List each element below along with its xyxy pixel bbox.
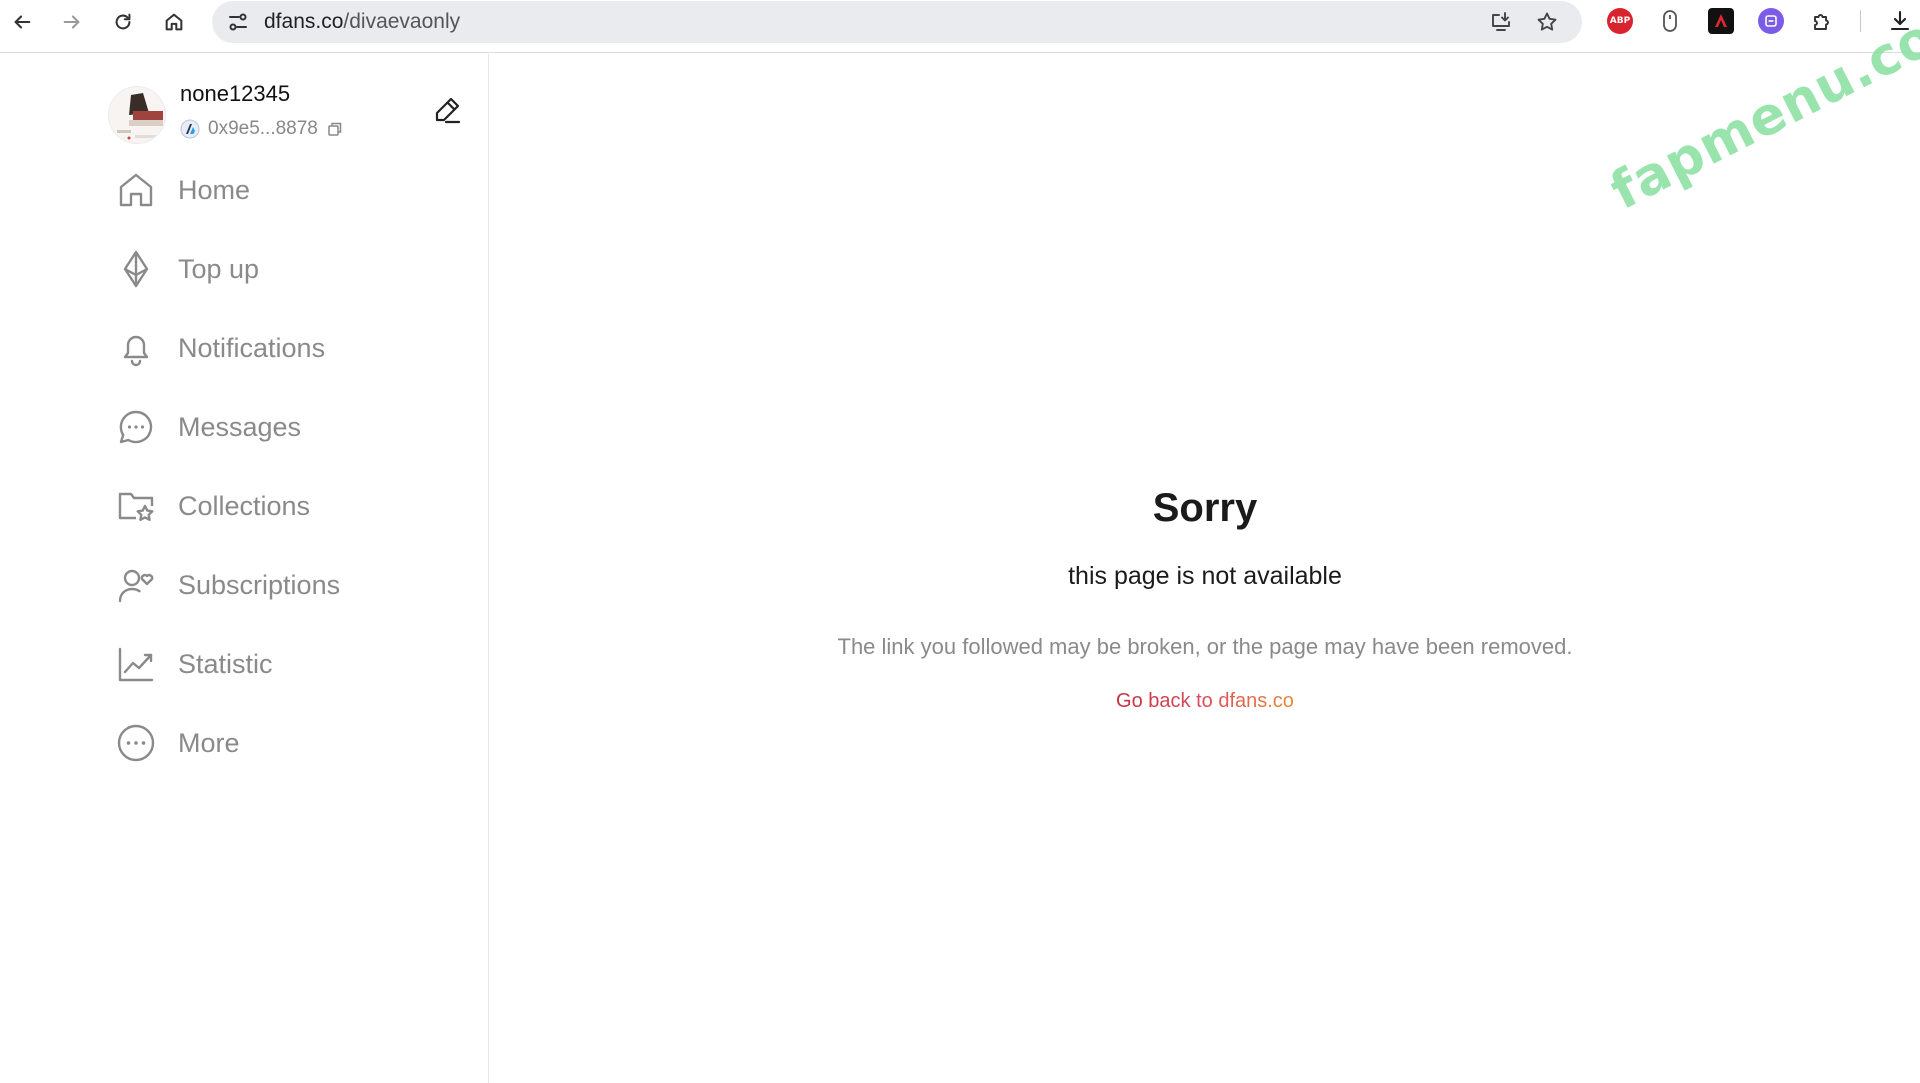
sidebar-item-statistic[interactable]: Statistic [116,636,436,692]
toolbar-separator [1860,10,1861,32]
adblock-label: ABP [1609,16,1631,26]
url-text[interactable]: dfans.co/divaevaonly [264,10,460,34]
sidebar-item-more[interactable]: More [116,715,436,771]
sidebar-item-label: Collections [178,490,311,521]
browser-toolbar: dfans.co/divaevaonly ABP [0,0,1920,53]
reload-icon [115,13,131,30]
edit-pencil-icon[interactable] [432,95,462,125]
sidebar-item-home[interactable]: Home [116,162,436,218]
house-icon [165,13,183,31]
address-bar[interactable]: dfans.co/divaevaonly [212,1,1582,43]
sidebar-item-label: Notifications [178,332,326,363]
back-button[interactable] [6,6,38,38]
sidebar-item-label: Top up [178,253,260,284]
adblock-extension-icon[interactable]: ABP [1607,8,1633,34]
copy-icon[interactable] [327,121,343,137]
sidebar-item-label: More [178,727,240,758]
url-host: dfans.co [264,10,344,33]
arrow-left-icon [14,15,31,29]
person-heart-icon [118,569,154,603]
bell-icon [123,335,149,367]
home-button[interactable] [158,6,190,38]
sidebar-item-collections[interactable]: Collections [116,478,436,534]
extensions-puzzle-icon[interactable] [1809,8,1835,34]
arrow-right-icon [63,15,80,29]
sidebar-item-label: Home [178,174,251,205]
error-title: Sorry [1152,486,1258,530]
error-subtitle: this page is not available [1068,562,1342,590]
reload-button[interactable] [107,6,139,38]
error-description: The link you followed may be broken, or … [837,634,1573,659]
site-settings-icon[interactable] [226,10,250,34]
sidebar-item-notifications[interactable]: Notifications [116,320,436,376]
folder-star-icon [118,492,154,521]
mouse-extension-icon[interactable] [1657,8,1683,34]
sidebar-item-subscriptions[interactable]: Subscriptions [116,557,436,613]
sidebar: none12345 0x9e5...8878 Home Top up Notif… [0,54,489,1083]
sidebar-item-label: Messages [178,411,302,442]
go-back-link-label[interactable]: Go back to dfans.co [1116,690,1294,712]
home-icon [119,173,153,207]
chart-line-icon [118,647,154,682]
username: none12345 [180,81,291,106]
wallet-address: 0x9e5...8878 [208,118,318,139]
sidebar-item-top-up[interactable]: Top up [116,241,436,297]
forward-button[interactable] [56,6,88,38]
main-content: Sorry this page is not available The lin… [490,54,1920,1083]
wallet-address-row: 0x9e5...8878 [180,118,343,140]
sidebar-item-messages[interactable]: Messages [116,399,436,455]
ethereum-icon [123,250,149,288]
url-path: /divaevaonly [343,10,461,33]
sidebar-item-label: Subscriptions [178,569,341,600]
more-dots-icon [117,724,155,762]
acrobat-extension-icon[interactable] [1708,8,1734,34]
chat-bubble-icon [119,410,153,444]
purple-extension-icon[interactable] [1758,8,1784,34]
install-app-icon[interactable] [1489,10,1513,34]
bookmark-star-icon[interactable] [1535,10,1559,34]
arbitrum-chain-icon [180,119,200,139]
sidebar-item-label: Statistic [178,648,273,679]
avatar[interactable] [108,86,166,144]
go-back-link[interactable]: Go back to dfans.co [490,690,1920,713]
